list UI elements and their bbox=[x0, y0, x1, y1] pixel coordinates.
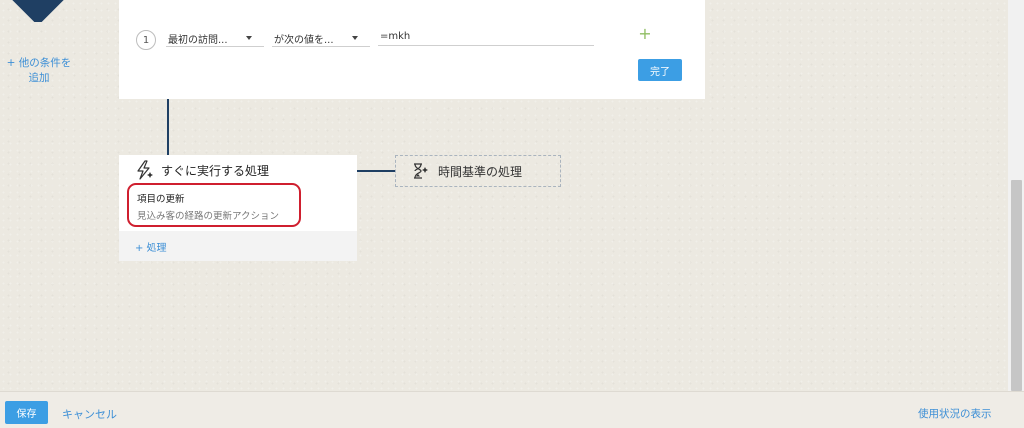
criteria-row-number: 1 bbox=[136, 30, 156, 50]
criteria-card bbox=[119, 0, 705, 99]
chevron-down-icon bbox=[246, 36, 252, 40]
lightning-bolt-icon bbox=[137, 160, 153, 180]
scrollbar-thumb[interactable] bbox=[1011, 180, 1022, 391]
flow-connector-vertical bbox=[167, 99, 169, 155]
field-select-value: 最初の訪問... bbox=[168, 34, 228, 46]
hourglass-icon bbox=[414, 163, 428, 179]
save-button[interactable]: 保存 bbox=[5, 401, 48, 424]
field-select[interactable]: 最初の訪問... bbox=[166, 30, 264, 47]
footer-bar bbox=[0, 391, 1024, 428]
add-condition-link[interactable]: + 他の条件を 追加 bbox=[4, 56, 74, 86]
flow-connector-horizontal bbox=[357, 170, 395, 172]
cancel-link[interactable]: キャンセル bbox=[62, 406, 117, 422]
plus-icon[interactable]: + bbox=[637, 26, 653, 42]
add-action-link[interactable]: + 処理 bbox=[135, 239, 167, 254]
add-condition-label-line2: 追加 bbox=[28, 72, 50, 84]
operator-select[interactable]: が次の値を... bbox=[272, 30, 370, 47]
time-based-actions-label: 時間基準の処理 bbox=[438, 165, 523, 179]
done-button[interactable]: 完了 bbox=[638, 59, 682, 81]
criteria-value-input[interactable] bbox=[378, 28, 594, 46]
operator-select-value: が次の値を... bbox=[274, 34, 334, 46]
chevron-down-icon bbox=[352, 36, 358, 40]
decision-diamond-shape bbox=[8, 0, 68, 22]
decision-diamond[interactable] bbox=[0, 0, 90, 22]
immediate-actions-title: すぐに実行する処理 bbox=[161, 164, 270, 178]
action-item-title[interactable]: 項目の更新 bbox=[137, 191, 185, 205]
view-usage-link[interactable]: 使用状況の表示 bbox=[918, 406, 992, 421]
action-item-subtitle[interactable]: 見込み客の経路の更新アクション bbox=[137, 208, 279, 222]
add-condition-label-line1: + 他の条件を bbox=[6, 57, 72, 69]
